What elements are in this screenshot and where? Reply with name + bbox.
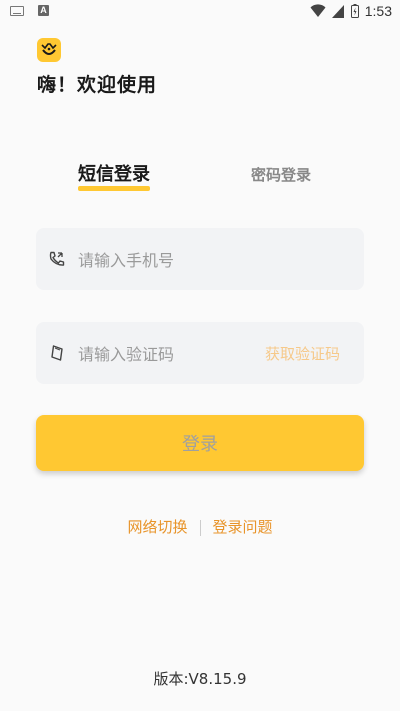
keyboard-icon <box>10 5 24 16</box>
phone-input[interactable] <box>76 228 360 292</box>
code-input[interactable] <box>76 322 260 386</box>
active-tab-indicator <box>78 186 150 191</box>
code-field: 获取验证码 <box>36 322 364 386</box>
login-help-link[interactable]: 登录问题 <box>213 518 273 536</box>
tab-password-login-label: 密码登录 <box>251 166 312 184</box>
login-button[interactable]: 登录 <box>36 415 364 471</box>
version-label: 版本:V8.15.9 <box>153 670 247 688</box>
app-logo <box>37 38 61 62</box>
phone-icon <box>49 251 65 266</box>
network-switch-link[interactable]: 网络切换 <box>127 518 187 536</box>
link-divider <box>199 519 201 536</box>
welcome-title: 嗨！欢迎使用 <box>37 74 158 96</box>
shield-icon <box>51 345 63 361</box>
smile-face-icon <box>41 43 57 55</box>
footer-links: 网络切换 登录问题 <box>0 516 400 537</box>
clock: 1:53 <box>364 3 392 19</box>
battery-icon <box>350 4 359 18</box>
get-code-button[interactable]: 获取验证码 <box>265 343 340 364</box>
tab-sms-login[interactable]: 短信登录 <box>78 160 150 191</box>
status-bar: A 1:53 <box>0 0 400 24</box>
signal-icon <box>331 4 344 18</box>
tab-sms-login-label: 短信登录 <box>78 164 150 185</box>
wifi-icon <box>310 4 326 18</box>
tab-password-login[interactable]: 密码登录 <box>251 164 311 185</box>
a-icon: A <box>38 5 49 16</box>
phone-field <box>36 228 364 292</box>
